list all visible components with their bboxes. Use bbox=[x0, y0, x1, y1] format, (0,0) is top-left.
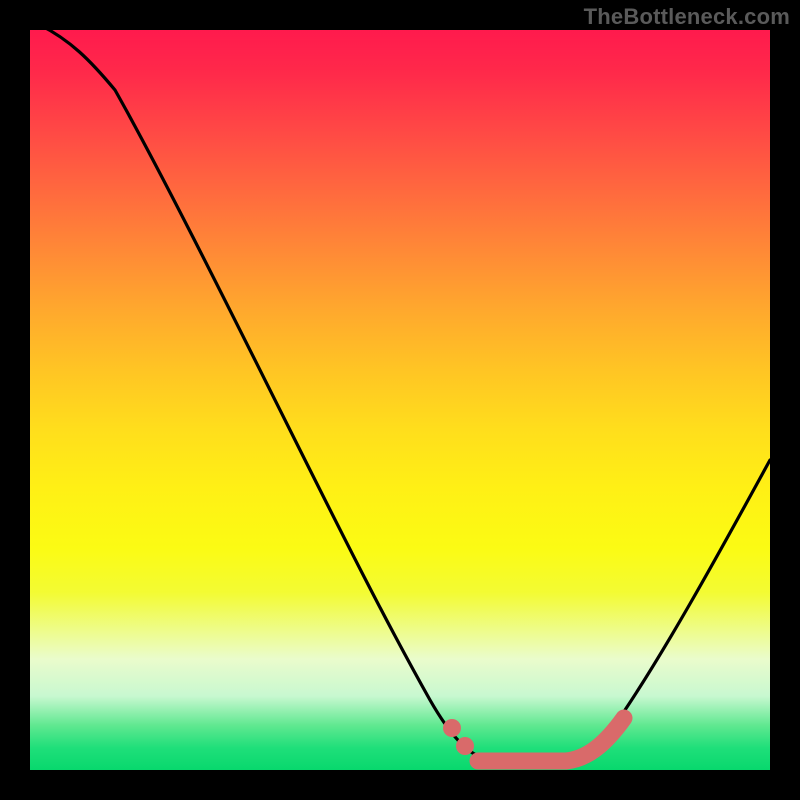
watermark-text: TheBottleneck.com bbox=[584, 4, 790, 30]
marker-dot bbox=[456, 737, 474, 755]
curve-path bbox=[40, 25, 770, 760]
optimal-highlight bbox=[478, 718, 624, 761]
marker-dot bbox=[443, 719, 461, 737]
chart-frame: TheBottleneck.com bbox=[0, 0, 800, 800]
bottleneck-curve bbox=[30, 30, 770, 770]
